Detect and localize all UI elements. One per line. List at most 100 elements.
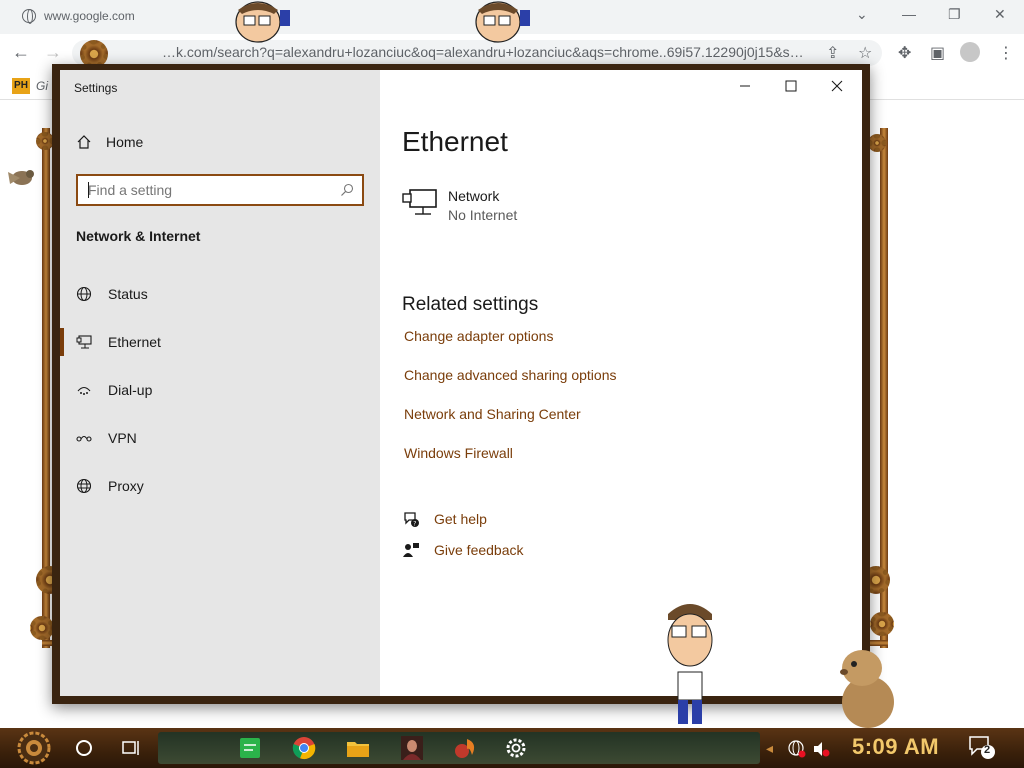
taskbar-chrome-app[interactable] bbox=[288, 732, 320, 764]
extensions-puzzle-icon[interactable]: ✥ bbox=[898, 43, 911, 63]
tab-search-chevron-icon[interactable]: ⌄ bbox=[856, 6, 868, 23]
taskbar-notes-app[interactable] bbox=[234, 732, 266, 764]
maximize-icon bbox=[785, 80, 797, 92]
task-view-button[interactable] bbox=[114, 732, 146, 764]
sidebar-nav: Status Ethernet Dial-up VPN Proxy bbox=[60, 270, 380, 510]
sidebar-item-proxy[interactable]: Proxy bbox=[60, 462, 380, 510]
minimize-icon bbox=[740, 85, 750, 87]
sidebar-item-label: Ethernet bbox=[108, 334, 161, 350]
back-arrow-icon[interactable]: ← bbox=[12, 42, 30, 63]
find-setting-search[interactable] bbox=[76, 174, 364, 206]
feedback-person-icon bbox=[403, 543, 419, 557]
sticky-notes-icon bbox=[240, 738, 260, 758]
proxy-globe-icon bbox=[76, 478, 92, 494]
ethernet-monitor-icon bbox=[402, 189, 437, 215]
network-connection[interactable]: Network No Internet bbox=[402, 188, 517, 223]
search-input[interactable] bbox=[88, 180, 328, 200]
page-title: Ethernet bbox=[402, 126, 508, 157]
taskbar-settings-app[interactable] bbox=[500, 732, 532, 764]
change-adapter-options-link[interactable]: Change adapter options bbox=[404, 328, 553, 344]
globe-status-icon bbox=[76, 286, 92, 302]
squirrel-icon bbox=[455, 739, 475, 758]
minimize-button[interactable] bbox=[722, 70, 768, 102]
close-icon bbox=[831, 80, 843, 92]
address-text: …k.com/search?q=alexandru+lozanciuc&oq=a… bbox=[162, 44, 804, 60]
taskbar-file-explorer[interactable] bbox=[342, 732, 374, 764]
window-title: Settings bbox=[74, 81, 118, 95]
network-name: Network bbox=[448, 188, 500, 204]
sidebar-item-label: VPN bbox=[108, 430, 137, 446]
home-nav-item[interactable]: Home bbox=[76, 134, 143, 150]
maximize-button[interactable] bbox=[768, 70, 814, 102]
forward-arrow-icon[interactable]: → bbox=[44, 42, 62, 63]
svg-text:?: ? bbox=[413, 521, 416, 528]
sidebar-item-dialup[interactable]: Dial-up bbox=[60, 366, 380, 414]
tab-url-label: www.google.com bbox=[44, 9, 135, 23]
gear-icon bbox=[868, 134, 886, 152]
change-sharing-options-link[interactable]: Change advanced sharing options bbox=[404, 367, 617, 383]
related-settings-heading: Related settings bbox=[402, 294, 539, 315]
get-help-label: Get help bbox=[434, 511, 487, 527]
start-button[interactable] bbox=[14, 730, 54, 766]
bookmark-ph-icon[interactable]: PH bbox=[12, 78, 30, 94]
help-chat-icon: ? bbox=[404, 512, 419, 528]
taskbar-squirrel-app[interactable] bbox=[450, 732, 482, 764]
sidebar-item-label: Proxy bbox=[108, 478, 144, 494]
settings-window: Settings Home Network & Internet bbox=[52, 64, 870, 704]
dialup-icon bbox=[77, 386, 91, 395]
settings-content: Ethernet Network No Internet Related set… bbox=[380, 70, 862, 696]
gear-icon bbox=[30, 616, 54, 640]
section-heading: Network & Internet bbox=[76, 228, 201, 244]
volume-muted-icon bbox=[814, 742, 830, 757]
portrait-icon bbox=[401, 736, 423, 760]
sidebar-item-vpn[interactable]: VPN bbox=[60, 414, 380, 462]
windows-firewall-link[interactable]: Windows Firewall bbox=[404, 445, 513, 461]
cortana-circle-icon bbox=[76, 740, 92, 756]
sidebar-item-ethernet[interactable]: Ethernet bbox=[60, 318, 380, 366]
home-label: Home bbox=[106, 134, 144, 150]
give-feedback-link[interactable]: Give feedback bbox=[402, 541, 524, 559]
bookmark-star-icon[interactable]: ☆ bbox=[858, 43, 872, 63]
bookmark-label[interactable]: Gi bbox=[36, 79, 48, 93]
search-icon[interactable] bbox=[340, 183, 354, 197]
get-help-link[interactable]: ? Get help bbox=[402, 510, 487, 528]
cartoon-character-icon bbox=[235, 1, 290, 43]
settings-sidebar: Settings Home Network & Internet bbox=[60, 70, 380, 696]
home-icon bbox=[77, 135, 91, 149]
network-sharing-center-link[interactable]: Network and Sharing Center bbox=[404, 406, 581, 422]
action-center-button[interactable]: 2 bbox=[968, 734, 996, 760]
browser-close-button[interactable]: ✕ bbox=[994, 6, 1006, 23]
settings-gear-icon bbox=[506, 738, 526, 758]
sidebar-item-label: Status bbox=[108, 286, 148, 302]
site-globe-icon bbox=[22, 9, 36, 24]
sidebar-item-status[interactable]: Status bbox=[60, 270, 380, 318]
taskbar-photo-app[interactable] bbox=[396, 732, 428, 764]
start-gear-icon bbox=[17, 731, 51, 765]
give-feedback-label: Give feedback bbox=[434, 542, 524, 558]
globe-no-internet-icon bbox=[788, 740, 806, 758]
notification-count: 2 bbox=[984, 744, 991, 756]
bird-decoration-icon bbox=[8, 170, 34, 185]
network-status: No Internet bbox=[448, 207, 518, 223]
notification-icon bbox=[969, 736, 995, 759]
browser-menu-icon[interactable]: ⋮ bbox=[998, 43, 1014, 63]
chrome-icon bbox=[292, 737, 316, 760]
taskbar-clock[interactable]: 5:09 AM bbox=[852, 734, 939, 760]
browser-restore-button[interactable]: ❐ bbox=[948, 6, 961, 23]
sidebar-item-label: Dial-up bbox=[108, 382, 153, 398]
vpn-icon bbox=[76, 436, 92, 442]
task-view-icon bbox=[122, 741, 139, 755]
network-tray-icon[interactable] bbox=[788, 740, 806, 761]
folder-icon bbox=[347, 742, 369, 757]
cortana-search-button[interactable] bbox=[68, 732, 100, 764]
prairie-dog-icon bbox=[840, 650, 894, 728]
profile-avatar-icon[interactable] bbox=[960, 42, 980, 62]
close-button[interactable] bbox=[814, 70, 860, 102]
browser-minimize-button[interactable]: — bbox=[902, 6, 916, 22]
side-panel-icon[interactable]: ▣ bbox=[930, 43, 945, 63]
share-icon[interactable]: ⇪ bbox=[826, 43, 839, 63]
cartoon-character-standing-icon bbox=[667, 604, 713, 724]
tray-overflow-chevron-icon[interactable]: ◂ bbox=[766, 740, 773, 757]
volume-tray-icon[interactable] bbox=[812, 740, 830, 761]
browser-tab[interactable]: www.google.com bbox=[22, 9, 135, 24]
